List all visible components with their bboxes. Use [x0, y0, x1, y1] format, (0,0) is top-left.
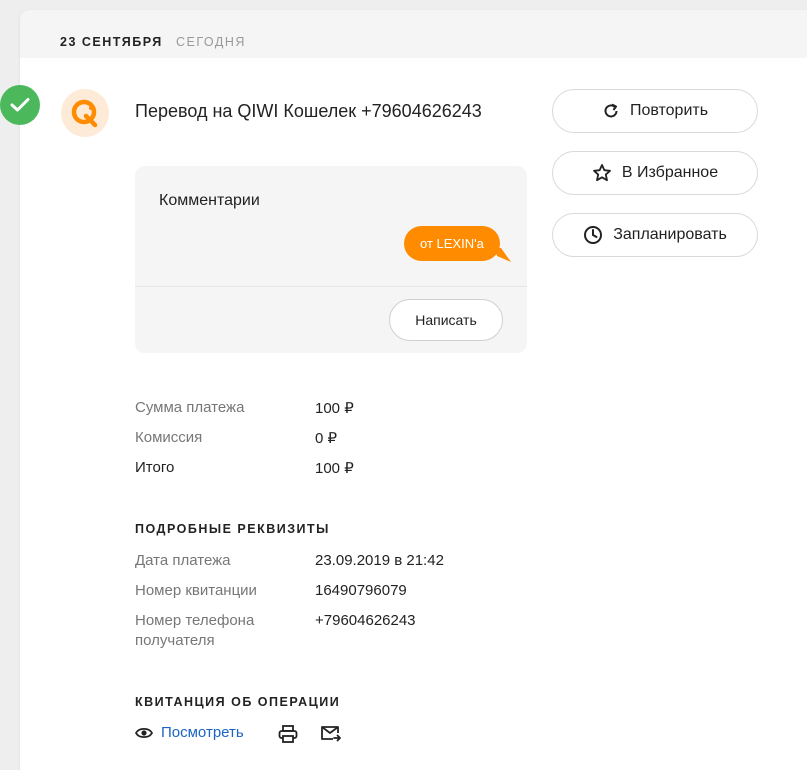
bubble-tail-icon [495, 248, 511, 262]
star-icon [592, 164, 611, 182]
check-icon [0, 85, 40, 125]
detail-date-value: 23.09.2019 в 21:42 [315, 552, 444, 569]
detail-phone-label-line2: получателя [135, 632, 215, 649]
favorite-button[interactable]: В Избранное [552, 151, 758, 195]
favorite-label: В Избранное [621, 164, 719, 181]
view-receipt-label: Посмотреть [161, 724, 244, 741]
detail-date-label: Дата платежа [135, 552, 231, 569]
detail-phone-label-line1: Номер телефона [135, 612, 255, 629]
schedule-label: Запланировать [613, 226, 727, 243]
date-relative-label: СЕГОДНЯ [176, 35, 246, 49]
details-section-title: ПОДРОБНЫЕ РЕКВИЗИТЫ [135, 522, 330, 536]
transaction-title: Перевод на QIWI Кошелек +79604626243 [135, 101, 482, 121]
detail-receipt-value: 16490796079 [315, 582, 407, 599]
eye-icon [135, 727, 153, 738]
print-icon[interactable] [277, 723, 299, 745]
detail-receipt-label: Номер квитанции [135, 582, 257, 599]
qiwi-logo-icon [61, 89, 109, 137]
summary-amount-label: Сумма платежа [135, 399, 245, 416]
repeat-button[interactable]: Повторить [552, 89, 758, 133]
email-icon[interactable] [320, 723, 342, 745]
view-receipt-link[interactable]: Посмотреть [135, 724, 244, 741]
comment-bubble: от LEXIN'a [404, 226, 500, 261]
summary-commission-value: 0 ₽ [315, 430, 338, 447]
summary-commission-label: Комиссия [135, 429, 203, 446]
clock-icon [584, 226, 603, 244]
detail-phone-value: +79604626243 [315, 612, 416, 629]
repeat-icon [604, 103, 618, 118]
date-header: 23 СЕНТЯБРЯ СЕГОДНЯ [20, 10, 807, 58]
comments-panel: Комментарии от LEXIN'a Написать [135, 166, 527, 353]
repeat-label: Повторить [629, 102, 709, 119]
schedule-button[interactable]: Запланировать [552, 213, 758, 257]
summary-total-value: 100 ₽ [315, 460, 354, 477]
receipt-section-title: КВИТАНЦИЯ ОБ ОПЕРАЦИИ [135, 695, 341, 709]
date-label: 23 СЕНТЯБРЯ [60, 35, 163, 49]
divider [135, 286, 527, 287]
comments-title: Комментарии [159, 192, 260, 209]
summary-total-label: Итого [135, 459, 175, 476]
summary-amount-value: 100 ₽ [315, 400, 354, 417]
write-comment-button[interactable]: Написать [389, 299, 503, 341]
